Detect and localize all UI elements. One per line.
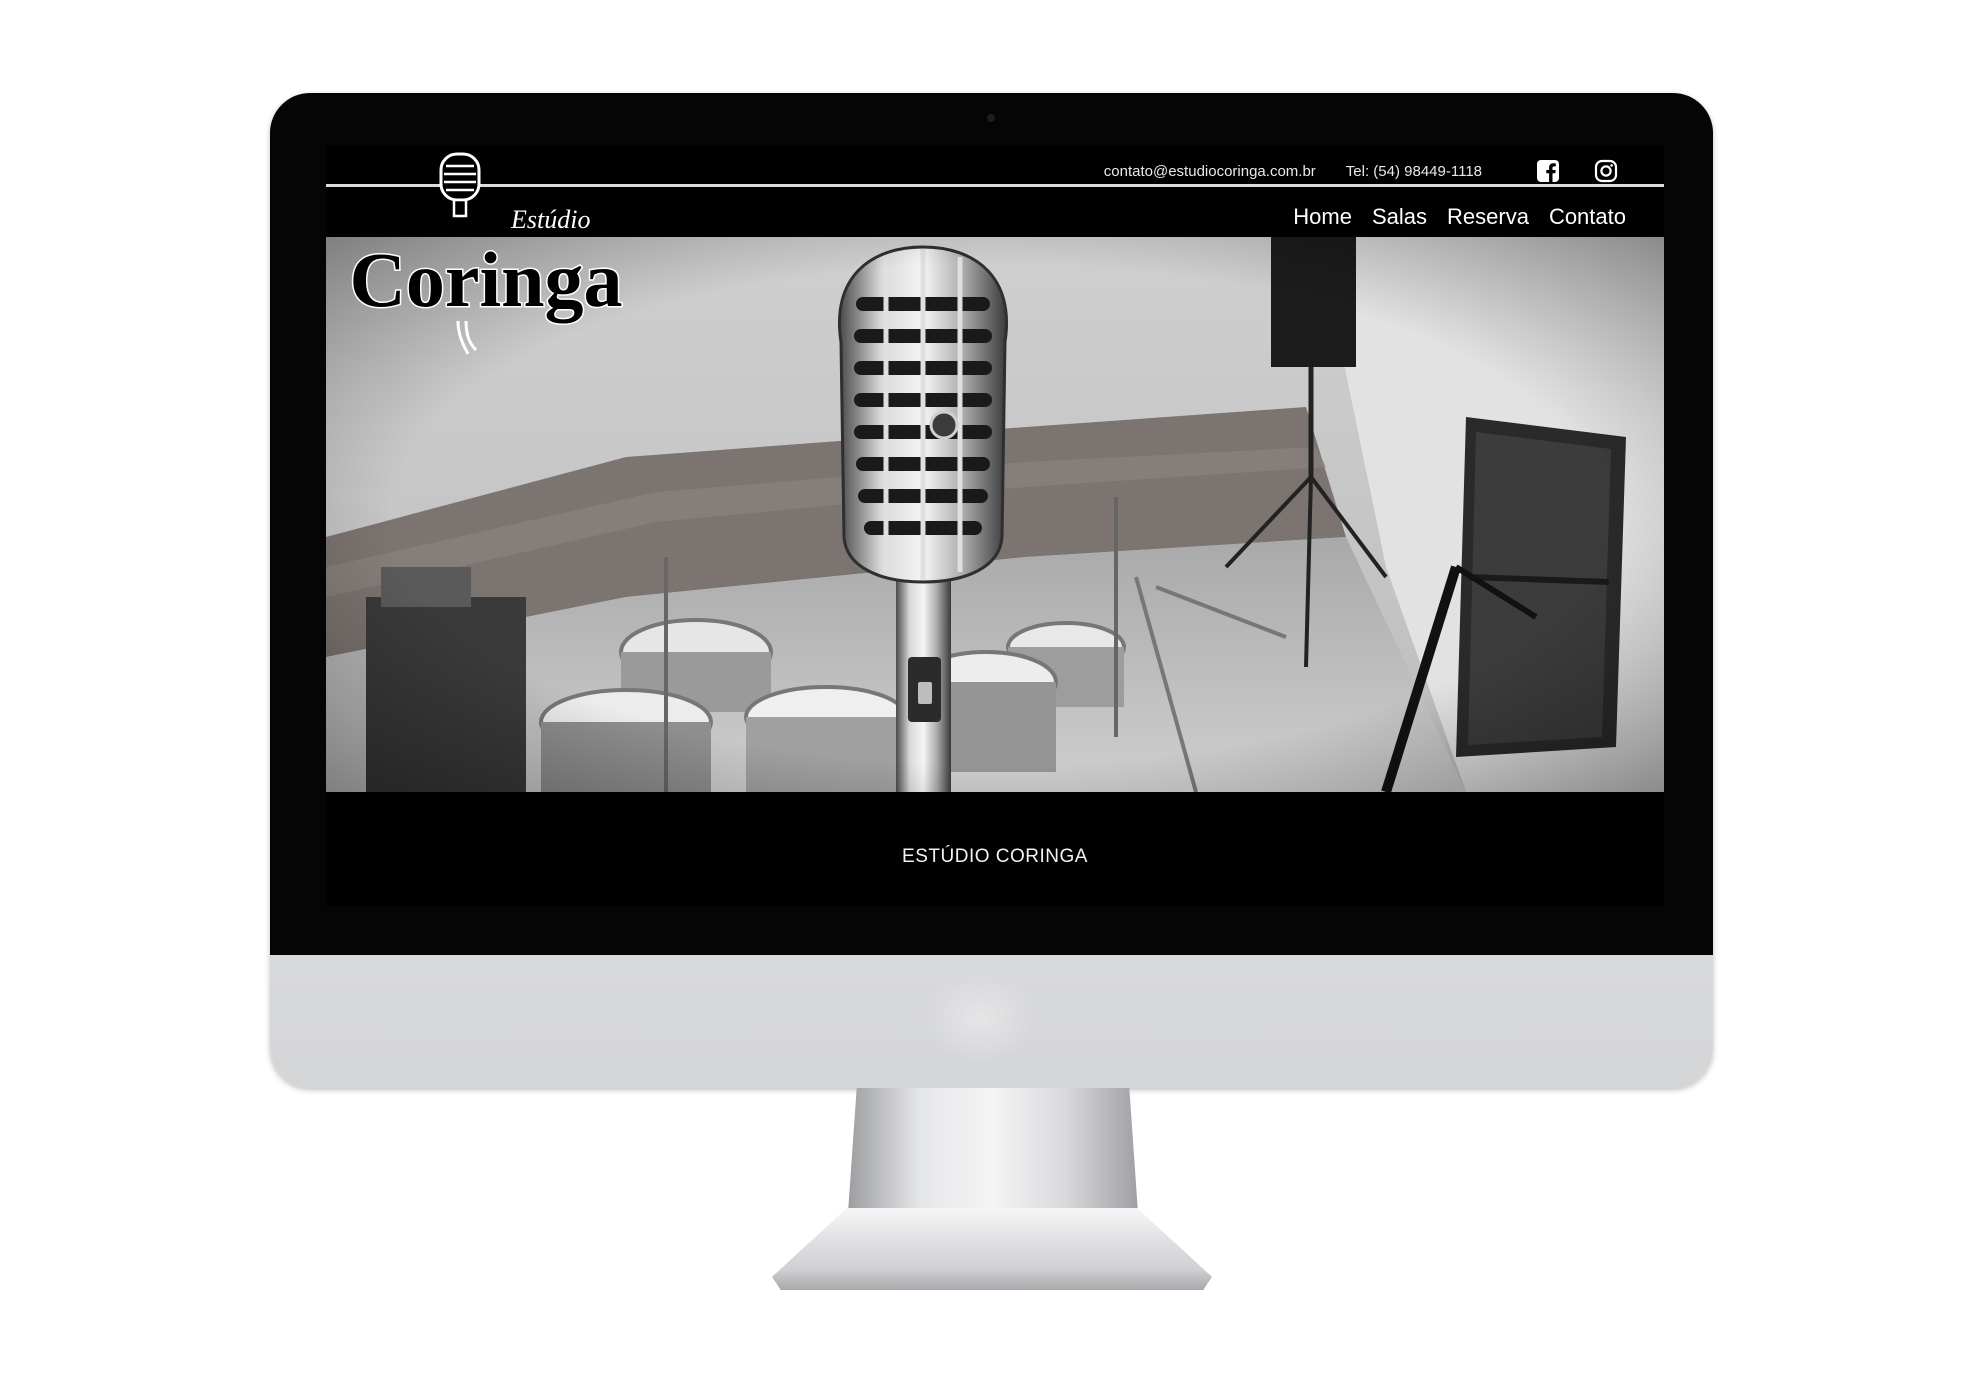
email-link[interactable]: contato@estudiocoringa.com.br — [1104, 163, 1316, 180]
monitor-bezel: contato@estudiocoringa.com.br Tel: (54) … — [270, 93, 1713, 955]
logo-main-text: Coringa — [350, 236, 623, 323]
estudio-coringa-logo[interactable]: Estúdio Coringa — [346, 146, 626, 366]
nav-item-reserva[interactable]: Reserva — [1447, 204, 1529, 230]
webcam — [987, 114, 995, 122]
nav-item-home[interactable]: Home — [1293, 204, 1352, 230]
nav-item-contato[interactable]: Contato — [1549, 204, 1626, 230]
main-nav: Home Salas Reserva Contato — [1293, 204, 1626, 230]
website-viewport: contato@estudiocoringa.com.br Tel: (54) … — [326, 146, 1664, 906]
instagram-icon[interactable] — [1594, 159, 1618, 183]
logo-script-text: Estúdio — [510, 205, 590, 234]
facebook-icon[interactable] — [1536, 159, 1560, 183]
contact-bar: contato@estudiocoringa.com.br Tel: (54) … — [1104, 156, 1618, 186]
section-title: ESTÚDIO CORINGA — [902, 846, 1088, 867]
monitor-chin-reflection — [920, 973, 1040, 1063]
nav-item-salas[interactable]: Salas — [1372, 204, 1427, 230]
monitor-frame: contato@estudiocoringa.com.br Tel: (54) … — [270, 93, 1713, 1088]
phone-text: Tel: (54) 98449-1118 — [1345, 162, 1482, 180]
monitor-stand-base — [772, 1208, 1212, 1290]
